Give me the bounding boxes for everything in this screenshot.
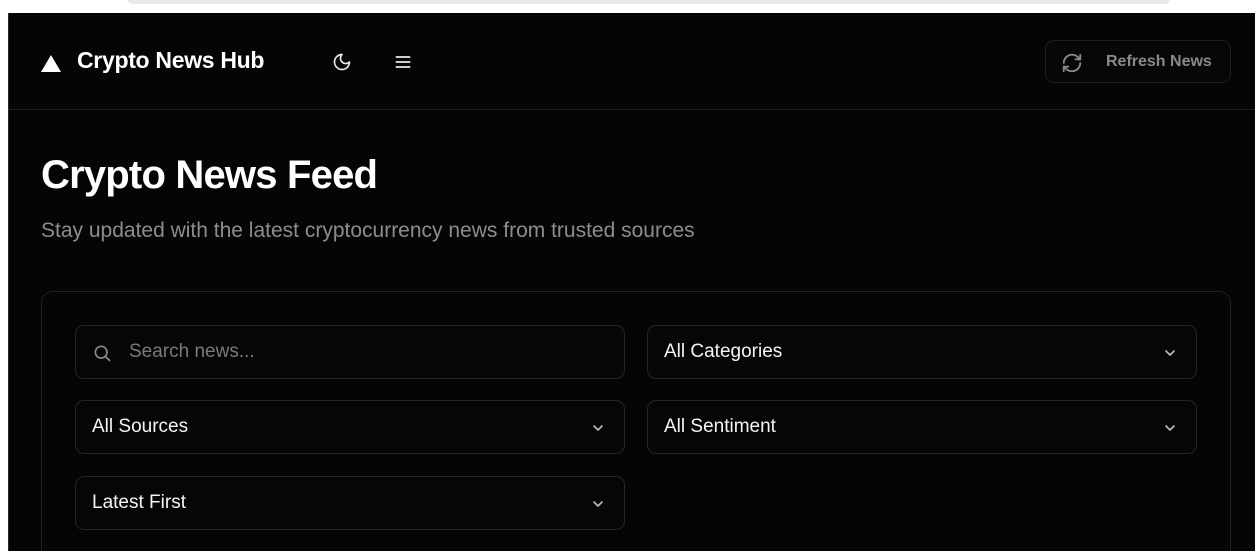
category-select[interactable]: All Categories (647, 325, 1197, 379)
browser-address-bar-edge (128, 0, 1170, 4)
sentiment-select[interactable]: All Sentiment (647, 400, 1197, 454)
chevron-down-icon (1165, 425, 1175, 431)
source-select[interactable]: All Sources (75, 400, 625, 454)
page-subtitle: Stay updated with the latest cryptocurre… (41, 219, 695, 242)
filters-panel: All Categories All Sources All Sentiment… (41, 291, 1231, 551)
menu-button[interactable] (386, 45, 420, 79)
search-icon (94, 345, 111, 362)
top-navbar: Crypto News Hub Refresh News (9, 13, 1255, 110)
triangle-logo-icon (41, 55, 61, 72)
category-select-value: All Categories (664, 341, 783, 362)
theme-toggle-button[interactable] (325, 45, 359, 79)
refresh-news-button[interactable]: Refresh News (1045, 40, 1231, 83)
chevron-down-icon (1165, 350, 1175, 356)
chevron-down-icon (593, 501, 603, 507)
chevron-down-icon (593, 425, 603, 431)
sort-select-value: Latest First (92, 492, 186, 513)
sentiment-select-value: All Sentiment (664, 416, 776, 437)
refresh-news-label: Refresh News (1106, 53, 1212, 70)
search-field[interactable] (75, 325, 625, 379)
browser-top-strip (0, 0, 1255, 13)
hamburger-menu-icon (395, 56, 411, 68)
source-select-value: All Sources (92, 416, 189, 437)
refresh-icon (1062, 53, 1082, 73)
app-title[interactable]: Crypto News Hub (77, 47, 264, 74)
moon-icon (333, 53, 351, 71)
search-input[interactable] (129, 326, 609, 378)
app-window: Crypto News Hub Refresh News Crypto News (8, 13, 1255, 551)
page-title: Crypto News Feed (41, 153, 378, 197)
sort-select[interactable]: Latest First (75, 476, 625, 530)
